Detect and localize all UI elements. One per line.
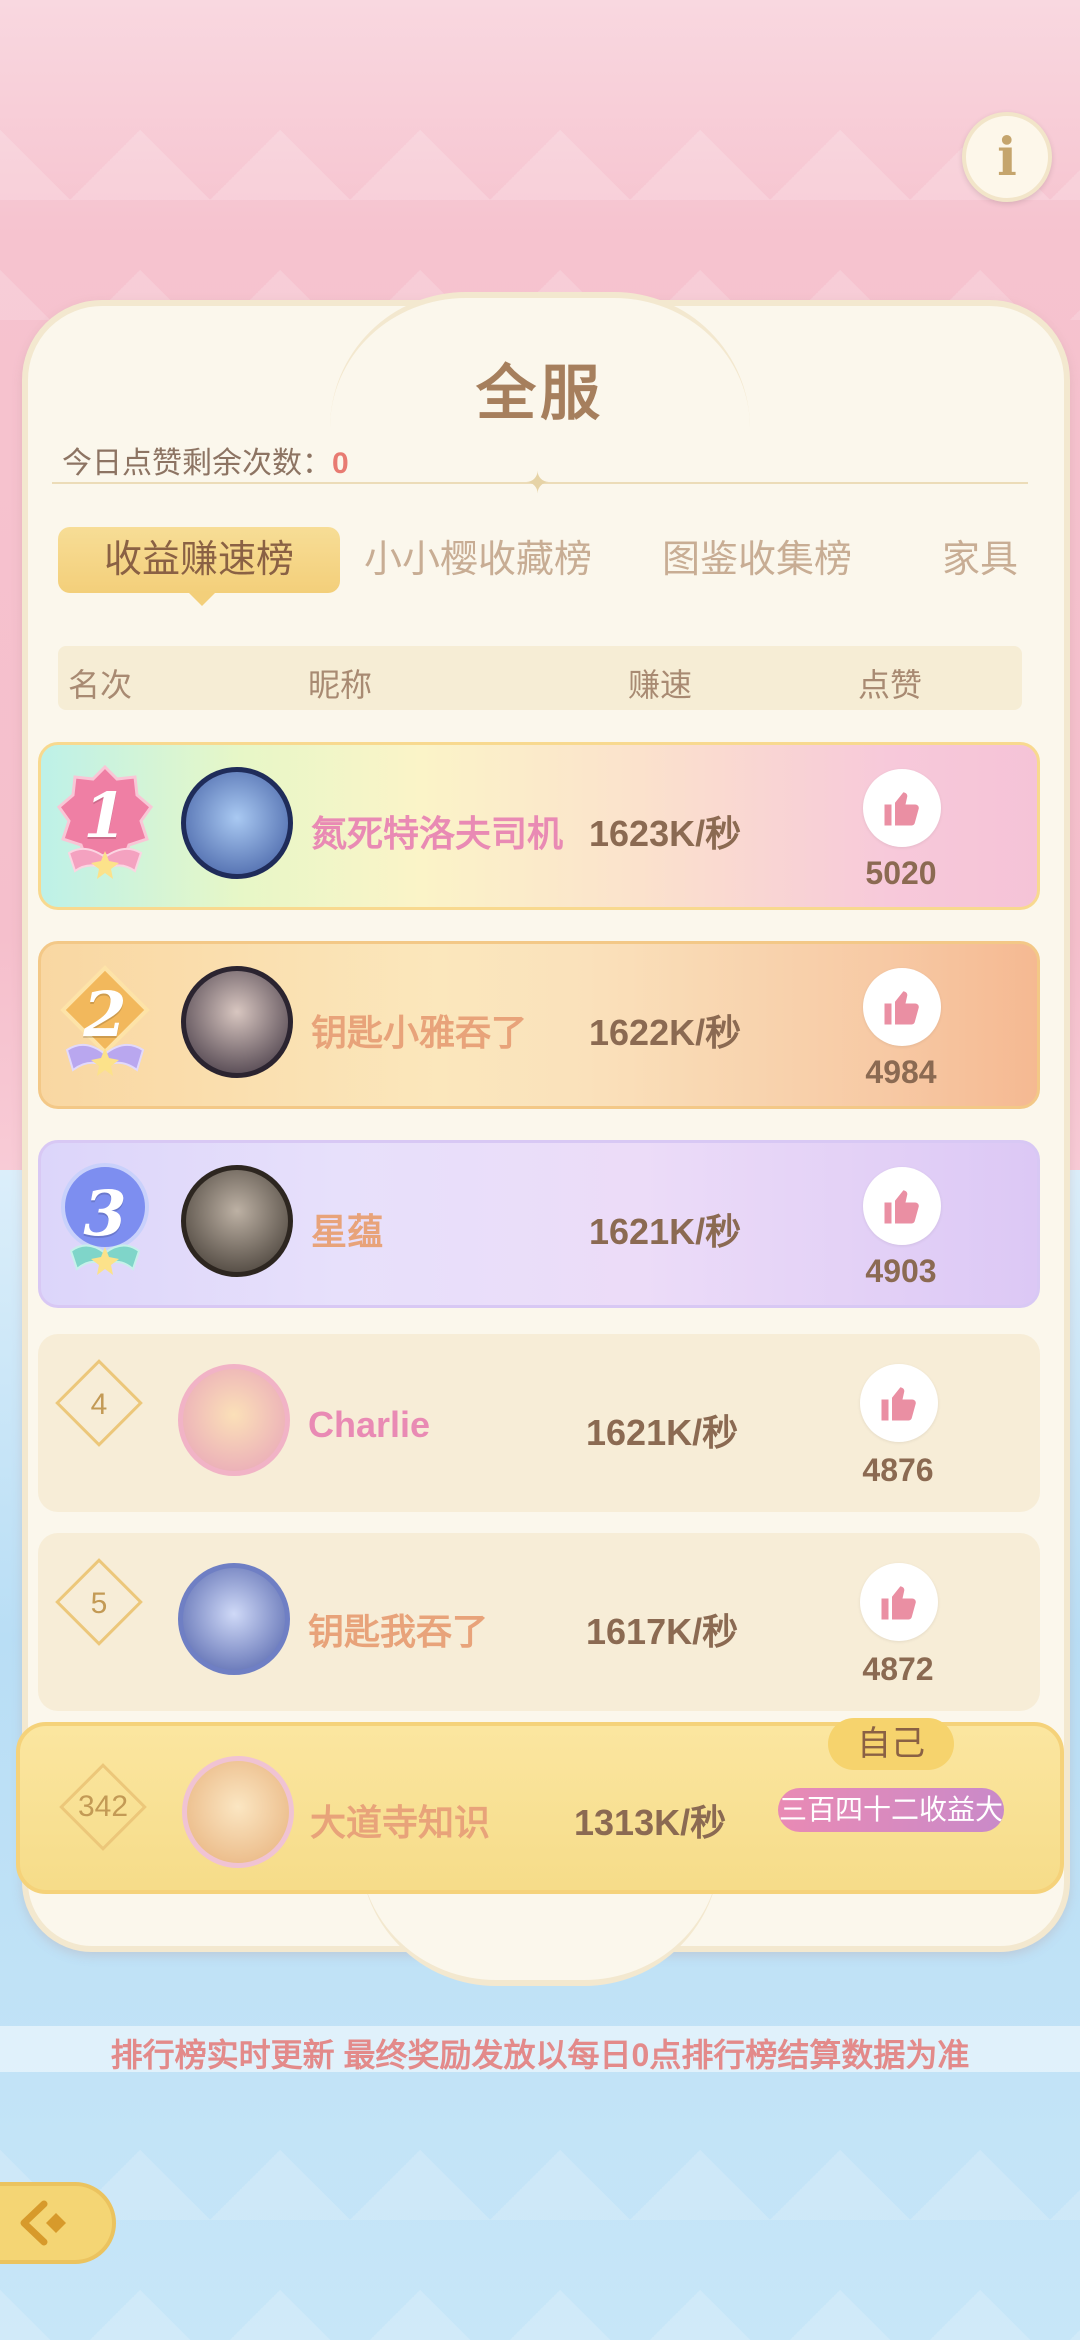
earning-speed: 1617K/秒	[586, 1611, 739, 1652]
earning-speed: 1622K/秒	[589, 1012, 742, 1053]
earning-speed: 1623K/秒	[589, 813, 742, 854]
rank-number: 2	[83, 978, 127, 1051]
likes-remaining-value: 0	[332, 447, 349, 480]
rank-medal-icon: 3	[55, 1163, 155, 1283]
earning-speed: 1621K/秒	[589, 1211, 742, 1252]
back-button[interactable]	[0, 2182, 116, 2264]
earning-speed: 1621K/秒	[586, 1412, 739, 1453]
avatar[interactable]	[178, 1364, 290, 1476]
like-button[interactable]	[860, 1563, 938, 1641]
back-arrow-icon	[20, 2200, 66, 2246]
player-name: Charlie	[308, 1404, 431, 1445]
avatar[interactable]	[181, 767, 293, 879]
thumbs-up-icon	[884, 792, 919, 826]
column-nickname: 昵称	[308, 667, 373, 703]
like-count: 4876	[862, 1452, 934, 1488]
likes-remaining-label: 今日点赞剩余次数：	[62, 447, 332, 480]
self-rank-number: 342	[77, 1790, 129, 1823]
player-name: 星蕴	[311, 1211, 384, 1252]
rank-number: 3	[83, 1177, 127, 1250]
player-name: 大道寺知识	[310, 1802, 491, 1843]
tab-furniture[interactable]: 家具	[942, 527, 1018, 593]
like-count: 4872	[862, 1651, 934, 1687]
table-row[interactable]: 2 钥匙小雅吞了 1622K/秒 4984	[38, 941, 1040, 1109]
avatar[interactable]	[181, 1165, 293, 1277]
tab-sakura-collection[interactable]: 小小樱收藏榜	[364, 527, 592, 593]
player-name: 钥匙我吞了	[308, 1611, 489, 1652]
rank-number: 5	[90, 1587, 108, 1620]
info-icon: i	[997, 126, 1017, 188]
page-title: 全服	[476, 360, 604, 427]
like-count: 5020	[865, 855, 937, 891]
avatar[interactable]	[178, 1563, 290, 1675]
rank-number: 4	[90, 1388, 108, 1421]
like-button[interactable]	[863, 1167, 941, 1245]
like-count: 4903	[865, 1253, 937, 1289]
like-button[interactable]	[860, 1364, 938, 1442]
background-pattern-top	[0, 60, 1080, 320]
divider-star-icon: ✦	[525, 467, 551, 500]
tab-album-collection[interactable]: 图鉴收集榜	[662, 527, 852, 593]
table-row[interactable]: 4 Charlie 1621K/秒 4876	[38, 1334, 1040, 1512]
player-name: 氮死特洛夫司机	[311, 813, 564, 854]
thumbs-up-icon	[884, 1190, 919, 1224]
thumbs-up-icon	[881, 1586, 916, 1620]
like-count: 4984	[865, 1054, 937, 1090]
footer-notice: 排行榜实时更新 最终奖励发放以每日0点排行榜结算数据为准	[110, 2037, 970, 2073]
thumbs-up-icon	[884, 991, 919, 1025]
likes-remaining: 今日点赞剩余次数：0	[62, 438, 349, 482]
column-speed: 赚速	[628, 667, 693, 703]
info-button[interactable]: i	[962, 112, 1052, 202]
player-name: 钥匙小雅吞了	[311, 1012, 528, 1053]
table-row[interactable]: 1 氮死特洛夫司机 1623K/秒 5020	[38, 742, 1040, 910]
avatar[interactable]	[182, 1756, 294, 1868]
table-row[interactable]: 5 钥匙我吞了 1617K/秒 4872	[38, 1533, 1040, 1711]
column-likes: 点赞	[858, 667, 923, 703]
avatar[interactable]	[181, 966, 293, 1078]
background-pattern-bottom	[0, 2080, 1080, 2340]
active-tab-pointer	[188, 592, 216, 606]
table-row[interactable]: 3 星蕴 1621K/秒 4903	[38, 1140, 1040, 1308]
column-rank: 名次	[68, 667, 133, 703]
self-title-badge: 三百四十二收益大	[778, 1788, 1004, 1832]
tab-earning-speed[interactable]: 收益赚速榜	[58, 527, 340, 593]
earning-speed: 1313K/秒	[574, 1802, 727, 1843]
rank-medal-icon: 1	[55, 764, 155, 885]
like-button[interactable]	[863, 968, 941, 1046]
table-header: 名次 昵称 赚速 点赞	[58, 646, 1022, 710]
tab-bar: 收益赚速榜 小小樱收藏榜 图鉴收集榜 家具	[58, 527, 1028, 597]
like-button[interactable]	[863, 769, 941, 847]
rank-number: 1	[83, 779, 127, 852]
thumbs-up-icon	[881, 1387, 916, 1421]
rank-medal-icon: 2	[55, 964, 155, 1084]
self-tag: 自己	[828, 1718, 954, 1770]
